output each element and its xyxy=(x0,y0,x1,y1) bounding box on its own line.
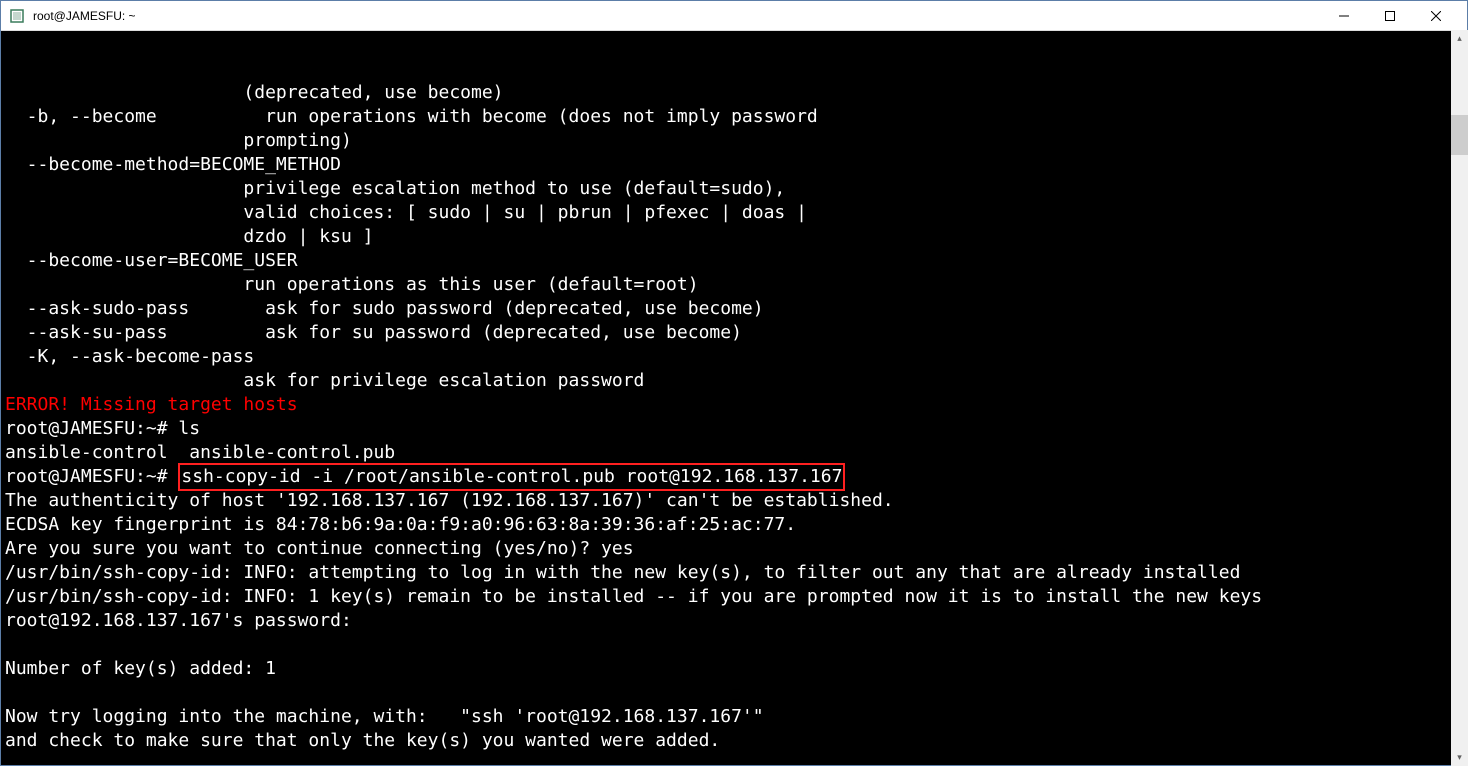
terminal-line: -K, --ask-become-pass xyxy=(5,345,1446,369)
terminal-line xyxy=(5,633,1446,657)
terminal-line: run operations as this user (default=roo… xyxy=(5,273,1446,297)
scroll-up-arrow[interactable]: ▴ xyxy=(1451,30,1468,47)
terminal-line: Now try logging into the machine, with: … xyxy=(5,705,1446,729)
terminal-line: --become-method=BECOME_METHOD xyxy=(5,153,1446,177)
terminal-line: --become-user=BECOME_USER xyxy=(5,249,1446,273)
app-icon xyxy=(9,8,25,24)
close-button[interactable] xyxy=(1413,1,1459,31)
terminal-line xyxy=(5,753,1446,765)
terminal-line: -b, --become run operations with become … xyxy=(5,105,1446,129)
highlighted-command: ssh-copy-id -i /root/ansible-control.pub… xyxy=(178,463,845,491)
terminal-line: /usr/bin/ssh-copy-id: INFO: 1 key(s) rem… xyxy=(5,585,1446,609)
terminal-line: and check to make sure that only the key… xyxy=(5,729,1446,753)
terminal-line: root@192.168.137.167's password: xyxy=(5,609,1446,633)
terminal-line: valid choices: [ sudo | su | pbrun | pfe… xyxy=(5,201,1446,225)
terminal-area[interactable]: (deprecated, use become) -b, --become ru… xyxy=(1,31,1467,765)
terminal-line: ECDSA key fingerprint is 84:78:b6:9a:0a:… xyxy=(5,513,1446,537)
terminal-line xyxy=(5,681,1446,705)
terminal-line: (deprecated, use become) xyxy=(5,81,1446,105)
terminal-line: Number of key(s) added: 1 xyxy=(5,657,1446,681)
titlebar[interactable]: root@JAMESFU: ~ xyxy=(1,1,1467,31)
terminal-line: --ask-sudo-pass ask for sudo password (d… xyxy=(5,297,1446,321)
terminal-line: root@JAMESFU:~# ssh-copy-id -i /root/ans… xyxy=(5,465,1446,489)
terminal-line: root@JAMESFU:~# ls xyxy=(5,417,1446,441)
minimize-button[interactable] xyxy=(1321,1,1367,31)
terminal-line: ansible-control ansible-control.pub xyxy=(5,441,1446,465)
scroll-down-arrow[interactable]: ▾ xyxy=(1451,749,1468,766)
maximize-button[interactable] xyxy=(1367,1,1413,31)
terminal-line: /usr/bin/ssh-copy-id: INFO: attempting t… xyxy=(5,561,1446,585)
terminal-line: --ask-su-pass ask for su password (depre… xyxy=(5,321,1446,345)
terminal-line: ask for privilege escalation password xyxy=(5,369,1446,393)
terminal-line: Are you sure you want to continue connec… xyxy=(5,537,1446,561)
window-title: root@JAMESFU: ~ xyxy=(33,9,1321,23)
scroll-thumb[interactable] xyxy=(1451,115,1468,155)
terminal-line: prompting) xyxy=(5,129,1446,153)
terminal-line: The authenticity of host '192.168.137.16… xyxy=(5,489,1446,513)
terminal-line: privilege escalation method to use (defa… xyxy=(5,177,1446,201)
scrollbar[interactable]: ▴ ▾ xyxy=(1451,30,1468,766)
terminal-line: ERROR! Missing target hosts xyxy=(5,393,1446,417)
terminal-window: root@JAMESFU: ~ (deprecated, use become)… xyxy=(0,0,1468,766)
window-controls xyxy=(1321,1,1459,31)
terminal-line: dzdo | ksu ] xyxy=(5,225,1446,249)
